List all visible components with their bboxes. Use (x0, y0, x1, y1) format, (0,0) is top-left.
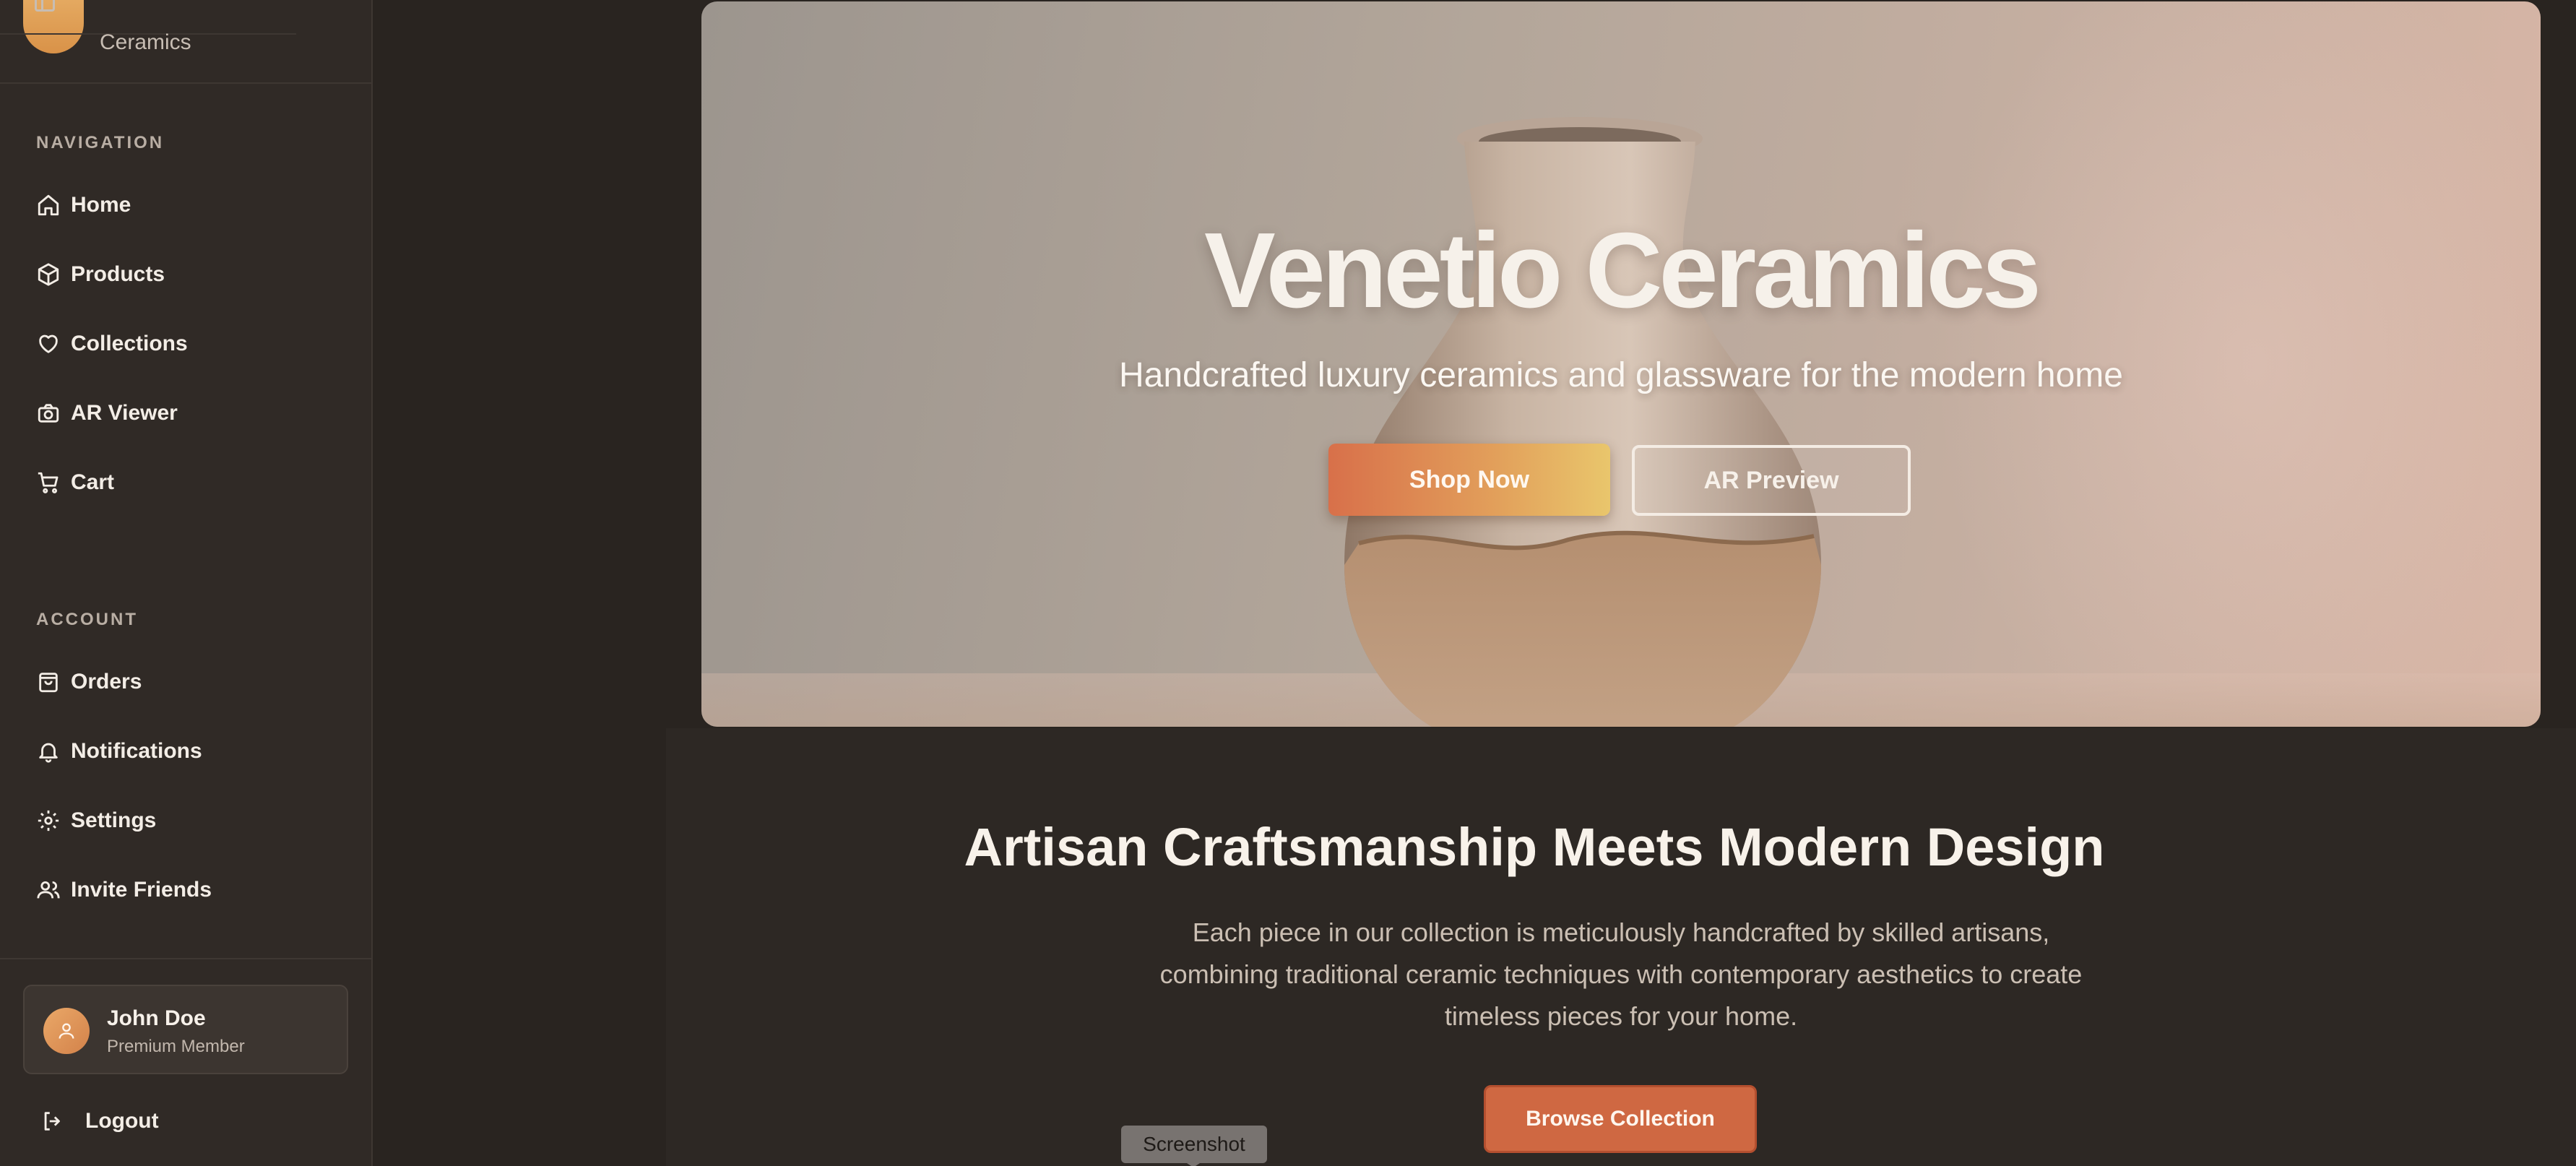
sidebar-item-invite-friends[interactable]: Invite Friends (36, 870, 212, 910)
sidebar-item-label: Cart (71, 470, 115, 494)
sidebar: Ceramics NAVIGATION Home Products Collec… (0, 0, 373, 1166)
users-icon (36, 878, 61, 902)
browse-collection-button[interactable]: Browse Collection (1484, 1085, 1757, 1153)
user-profile-card[interactable]: John Doe Premium Member (23, 985, 348, 1074)
sidebar-item-ar-viewer[interactable]: AR Viewer (36, 393, 178, 433)
shopping-bag-icon (36, 670, 61, 694)
gear-icon (36, 808, 61, 833)
sidebar-item-label: Orders (71, 670, 142, 694)
ar-preview-button[interactable]: AR Preview (1632, 445, 1911, 516)
screenshot-tooltip: Screenshot (1121, 1126, 1267, 1163)
sidebar-item-label: AR Viewer (71, 401, 178, 425)
sidebar-item-orders[interactable]: Orders (36, 662, 142, 702)
user-name: John Doe (107, 1006, 206, 1030)
sidebar-divider (0, 958, 373, 959)
sidebar-item-label: Settings (71, 808, 157, 832)
user-icon (59, 1023, 74, 1039)
account-section-title: ACCOUNT (36, 610, 138, 629)
home-icon (36, 193, 61, 217)
section-heading: Artisan Craftsmanship Meets Modern Desig… (666, 816, 2576, 878)
brand-name: Ceramics (100, 30, 191, 54)
sidebar-item-collections[interactable]: Collections (36, 324, 188, 364)
sidebar-item-home[interactable]: Home (36, 185, 131, 225)
section-heading-text: Artisan Craftsmanship Meets Modern Desig… (964, 817, 2105, 877)
sidebar-item-label: Home (71, 193, 131, 217)
hero-subtitle: Handcrafted luxury ceramics and glasswar… (1119, 356, 2123, 394)
sidebar-item-products[interactable]: Products (36, 254, 165, 295)
logout-label: Logout (85, 1109, 159, 1133)
vase-image (1344, 117, 1821, 727)
sidebar-toggle-icon[interactable] (35, 0, 55, 12)
package-icon (36, 262, 61, 287)
shop-now-button[interactable]: Shop Now (1328, 444, 1610, 516)
heart-icon (36, 332, 61, 356)
logout-icon (40, 1109, 65, 1133)
sidebar-item-label: Invite Friends (71, 878, 212, 902)
hero-banner: Venetio Ceramics Handcrafted luxury cera… (701, 1, 2541, 727)
sidebar-item-notifications[interactable]: Notifications (36, 731, 202, 772)
sidebar-item-label: Notifications (71, 739, 202, 763)
hero-title: Venetio Ceramics (1204, 211, 2041, 330)
sidebar-item-label: Products (71, 262, 165, 286)
sidebar-item-cart[interactable]: Cart (36, 462, 114, 503)
tooltip-arrow (1185, 1162, 1202, 1166)
user-role: Premium Member (107, 1037, 245, 1056)
sidebar-toggle-icon-bar (41, 0, 43, 10)
section-description: Each piece in our collection is meticulo… (1159, 917, 2083, 1031)
sidebar-item-settings[interactable]: Settings (36, 800, 156, 841)
sidebar-item-label: Collections (71, 332, 188, 355)
navigation-section-title: NAVIGATION (36, 133, 165, 152)
logout-button[interactable]: Logout (40, 1102, 159, 1140)
bell-icon (36, 739, 61, 764)
brand-header: Ceramics (0, 0, 373, 84)
avatar (43, 1008, 90, 1054)
camera-icon (36, 401, 61, 426)
cart-icon (36, 470, 61, 495)
